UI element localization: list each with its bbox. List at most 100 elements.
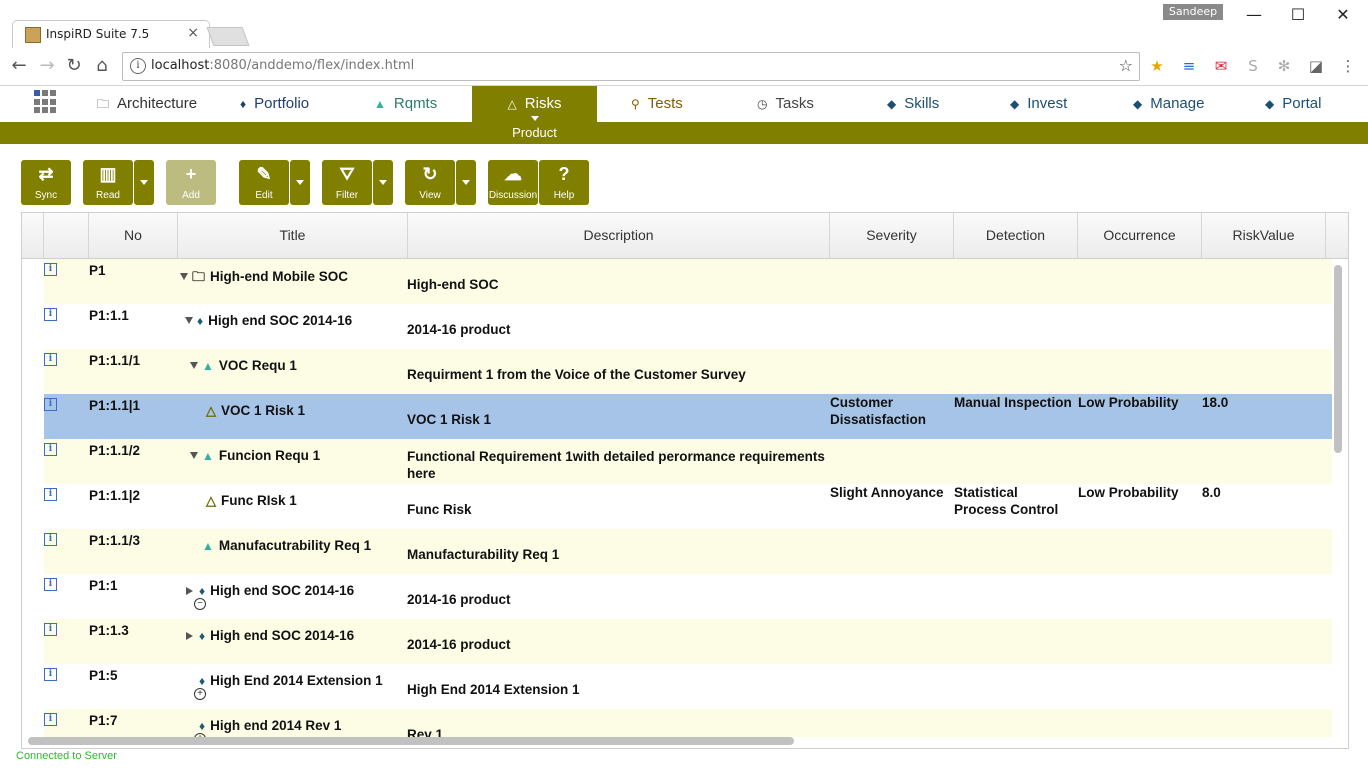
table-row[interactable]: i P1:1.1|1 △ VOC 1 Risk 1 VOC 1 Risk 1 Cu… xyxy=(44,394,1332,439)
header-detection[interactable]: Detection xyxy=(954,213,1078,258)
read-button[interactable]: ▥ Read xyxy=(83,160,133,205)
plus-circle-icon[interactable]: + xyxy=(194,688,206,700)
view-button[interactable]: ↻ View xyxy=(405,160,455,205)
tab-portfolio[interactable]: ♦ Portfolio xyxy=(240,86,309,122)
tab-tests[interactable]: ⚲ Tests xyxy=(631,86,683,122)
clock-icon: ◷ xyxy=(757,97,768,111)
risk-icon: △ xyxy=(507,97,517,111)
forward-arrow-icon[interactable]: → xyxy=(36,55,58,77)
header-severity[interactable]: Severity xyxy=(830,213,954,258)
new-tab-button[interactable] xyxy=(206,27,250,46)
cell-title: ▲ VOC Requ 1 xyxy=(190,358,297,373)
header-riskvalue[interactable]: RiskValue xyxy=(1202,213,1326,258)
subnav-product[interactable]: Product xyxy=(472,125,597,140)
tab-manage[interactable]: ◆ Manage xyxy=(1133,86,1204,122)
discussion-button[interactable]: ☁ Discussion xyxy=(488,160,538,205)
sync-button[interactable]: ⇄ Sync xyxy=(21,160,71,205)
cell-no: P1:1.1|2 xyxy=(89,488,141,503)
info-icon[interactable]: i xyxy=(44,623,57,636)
expand-arrow-icon[interactable] xyxy=(186,632,193,640)
collapse-arrow-icon[interactable] xyxy=(185,317,193,324)
filter-dropdown-button[interactable] xyxy=(373,160,393,205)
tab-tasks[interactable]: ◷ Tasks xyxy=(757,86,814,122)
table-row[interactable]: i P1:1.1/1 ▲ VOC Requ 1 Requirment 1 from… xyxy=(44,349,1332,394)
home-icon[interactable]: ⌂ xyxy=(91,55,113,77)
info-icon[interactable]: i xyxy=(44,398,57,411)
maximize-icon[interactable]: ☐ xyxy=(1276,4,1320,26)
site-info-icon[interactable]: i xyxy=(130,58,146,74)
browser-tab[interactable]: InspiRD Suite 7.5 × xyxy=(12,20,210,49)
diamond-icon: ♦ xyxy=(240,97,247,111)
module-nav: 🗀 Architecture ♦ Portfolio ▲ Rqmts △ Risks ⚲… xyxy=(0,86,1368,122)
profile-badge[interactable]: Sandeep xyxy=(1163,4,1223,20)
table-row[interactable]: i P1:1.1/2 ▲ Funcion Requ 1 Functional Re… xyxy=(44,439,1332,484)
tab-skills[interactable]: ◆ Skills xyxy=(887,86,939,122)
help-button[interactable]: ? Help xyxy=(539,160,589,205)
tab-architecture[interactable]: 🗀 Architecture xyxy=(97,86,197,122)
snowflake-extension-icon[interactable]: ✻ xyxy=(1275,57,1293,75)
window-close-icon[interactable]: ✕ xyxy=(1321,4,1365,26)
app-grid-icon[interactable] xyxy=(34,90,58,114)
collapse-arrow-icon[interactable] xyxy=(190,452,198,459)
minimize-icon[interactable]: — xyxy=(1232,4,1276,26)
edit-dropdown-button[interactable] xyxy=(290,160,310,205)
info-icon[interactable]: i xyxy=(44,578,57,591)
address-bar[interactable]: i localhost:8080/anddemo/flex/index.html… xyxy=(122,52,1140,81)
table-row[interactable]: i P1:1.1/3 ▲ Manufacutrability Req 1 Manu… xyxy=(44,529,1332,574)
info-icon[interactable]: i xyxy=(44,668,57,681)
edit-label: Edit xyxy=(255,190,273,201)
vertical-scrollbar[interactable] xyxy=(1334,265,1342,453)
table-row[interactable]: i P1:1.1 ♦ High end SOC 2014-16 2014-16 p… xyxy=(44,304,1332,349)
header-info-spacer xyxy=(22,213,44,258)
extension-icon[interactable]: ◪ xyxy=(1307,57,1325,75)
table-row[interactable]: i P1:1.1|2 △ Func RIsk 1 Func Risk Slight… xyxy=(44,484,1332,529)
info-icon[interactable]: i xyxy=(44,533,57,546)
cell-title: △ Func RIsk 1 xyxy=(206,493,297,509)
collapse-arrow-icon[interactable] xyxy=(180,273,188,280)
tab-portal[interactable]: ◆ Portal xyxy=(1265,86,1321,122)
skype-extension-icon[interactable]: S xyxy=(1244,57,1262,75)
filter-button[interactable]: ⛛ Filter xyxy=(322,160,372,205)
sync-label: Sync xyxy=(34,190,58,201)
info-icon[interactable]: i xyxy=(44,263,57,276)
sync-icon: ⇄ xyxy=(38,164,54,184)
close-icon[interactable]: × xyxy=(187,25,199,41)
minus-circle-icon[interactable]: − xyxy=(194,598,206,610)
table-row[interactable]: i P1:1 ♦ High end SOC 2014-16 − 2014-16 p… xyxy=(44,574,1332,619)
info-icon[interactable]: i xyxy=(44,713,57,726)
row-title-text: High end SOC 2014-16 xyxy=(210,628,355,643)
bookmark-star-icon[interactable]: ☆ xyxy=(1119,56,1133,75)
info-icon[interactable]: i xyxy=(44,443,57,456)
view-dropdown-button[interactable] xyxy=(456,160,476,205)
layers-extension-icon[interactable]: ≡ xyxy=(1180,57,1198,75)
info-icon[interactable]: i xyxy=(44,308,57,321)
pencil-icon: ✎ xyxy=(256,164,272,184)
table-row[interactable]: i P1:1.3 ♦ High end SOC 2014-16 2014-16 p… xyxy=(44,619,1332,664)
table-row[interactable]: i P1:5 ♦ High End 2014 Extension 1 + High… xyxy=(44,664,1332,709)
table-row[interactable]: i P1:7 ♦High end 2014 Rev 1 + Rev 1 xyxy=(44,709,1332,737)
horizontal-scrollbar[interactable] xyxy=(28,737,794,745)
row-title-text: Funcion Requ 1 xyxy=(218,448,321,463)
star-extension-icon[interactable]: ★ xyxy=(1148,57,1166,75)
read-dropdown-button[interactable] xyxy=(134,160,154,205)
collapse-arrow-icon[interactable] xyxy=(190,362,198,369)
tab-rqmts[interactable]: ▲ Rqmts xyxy=(374,86,437,122)
header-description[interactable]: Description xyxy=(408,213,830,258)
info-icon[interactable]: i xyxy=(44,488,57,501)
reload-icon[interactable]: ↻ xyxy=(63,55,85,77)
skills-icon: ◆ xyxy=(887,97,897,111)
expand-arrow-icon[interactable] xyxy=(186,587,193,595)
menu-kebab-icon[interactable]: ⋮ xyxy=(1339,57,1357,75)
header-occurrence[interactable]: Occurrence xyxy=(1078,213,1202,258)
header-select[interactable] xyxy=(44,213,89,258)
edit-button[interactable]: ✎ Edit xyxy=(239,160,289,205)
gmail-extension-icon[interactable]: ✉ xyxy=(1212,57,1230,75)
back-arrow-icon[interactable]: ← xyxy=(8,55,30,77)
header-no[interactable]: No xyxy=(89,213,178,258)
table-row[interactable]: i P1 🗀 High-end Mobile SOC High-end SOC xyxy=(44,259,1332,304)
tab-invest[interactable]: ◆ Invest xyxy=(1010,86,1067,122)
header-title[interactable]: Title xyxy=(178,213,408,258)
row-title-text: High end SOC 2014-16 xyxy=(208,313,353,328)
info-icon[interactable]: i xyxy=(44,353,57,366)
add-button[interactable]: + Add xyxy=(166,160,216,205)
